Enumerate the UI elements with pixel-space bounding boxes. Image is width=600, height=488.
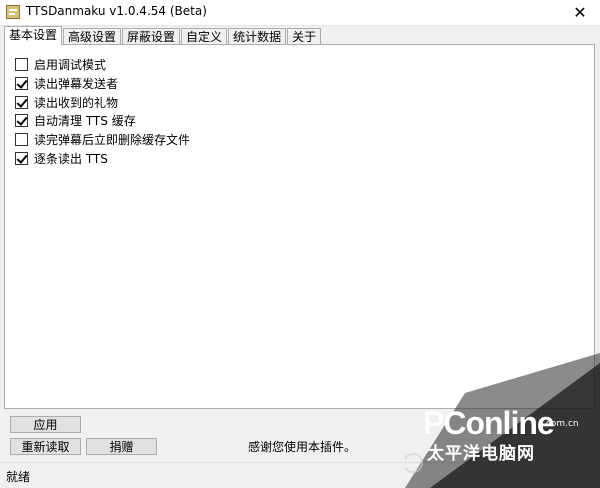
tab-about[interactable]: 关于	[287, 28, 322, 45]
auto-clean-cache-checkbox[interactable]	[15, 113, 28, 127]
read-sender-checkbox[interactable]	[15, 76, 28, 90]
option-delete-cache-after-read[interactable]: 读完弹幕后立即删除缓存文件	[15, 131, 190, 147]
option-label: 启用调试模式	[34, 57, 107, 72]
tab-strip: 基本设置 高级设置 屏蔽设置 自定义 统计数据 关于	[4, 26, 322, 45]
watermark-domain: .com.cn	[543, 419, 579, 429]
tab-advanced-settings[interactable]: 高级设置	[63, 28, 122, 45]
thanks-message: 感谢您使用本插件。	[248, 440, 357, 454]
reload-button[interactable]: 重新读取	[10, 438, 81, 455]
donate-button[interactable]: 捐赠	[86, 438, 157, 455]
title-bar: TTSDanmaku v1.0.4.54 (Beta) ✕	[0, 0, 600, 26]
delete-cache-checkbox[interactable]	[15, 132, 28, 146]
option-label: 自动清理 TTS 缓存	[34, 113, 136, 128]
tab-statistics[interactable]: 统计数据	[228, 28, 287, 45]
watermark-brand: PConline	[423, 405, 555, 441]
read-gifts-checkbox[interactable]	[15, 95, 28, 109]
option-label: 读出收到的礼物	[34, 95, 119, 110]
tab-custom[interactable]: 自定义	[181, 28, 228, 45]
option-read-gifts[interactable]: 读出收到的礼物	[15, 94, 118, 110]
option-label: 读完弹幕后立即删除缓存文件	[34, 132, 191, 147]
window-title: TTSDanmaku v1.0.4.54 (Beta)	[26, 4, 207, 18]
option-label: 读出弹幕发送者	[34, 76, 119, 91]
option-debug-mode[interactable]: 启用调试模式	[15, 56, 106, 72]
tab-block-settings[interactable]: 屏蔽设置	[122, 28, 181, 45]
debug-mode-checkbox[interactable]	[15, 57, 28, 71]
option-auto-clean-cache[interactable]: 自动清理 TTS 缓存	[15, 112, 136, 128]
option-read-sender[interactable]: 读出弹幕发送者	[15, 75, 118, 91]
close-button[interactable]: ✕	[560, 0, 600, 25]
option-label: 逐条读出 TTS	[34, 151, 108, 166]
status-text: 就绪	[6, 470, 31, 484]
watermark-cn-name: 太平洋电脑网	[427, 444, 535, 464]
option-sequential-tts[interactable]: 逐条读出 TTS	[15, 150, 108, 166]
watermark: PConline .com.cn 太平洋电脑网	[405, 353, 600, 488]
app-icon	[6, 5, 20, 19]
apply-button[interactable]: 应用	[10, 416, 81, 433]
tab-basic-settings[interactable]: 基本设置	[4, 26, 63, 45]
sequential-tts-checkbox[interactable]	[15, 151, 28, 165]
